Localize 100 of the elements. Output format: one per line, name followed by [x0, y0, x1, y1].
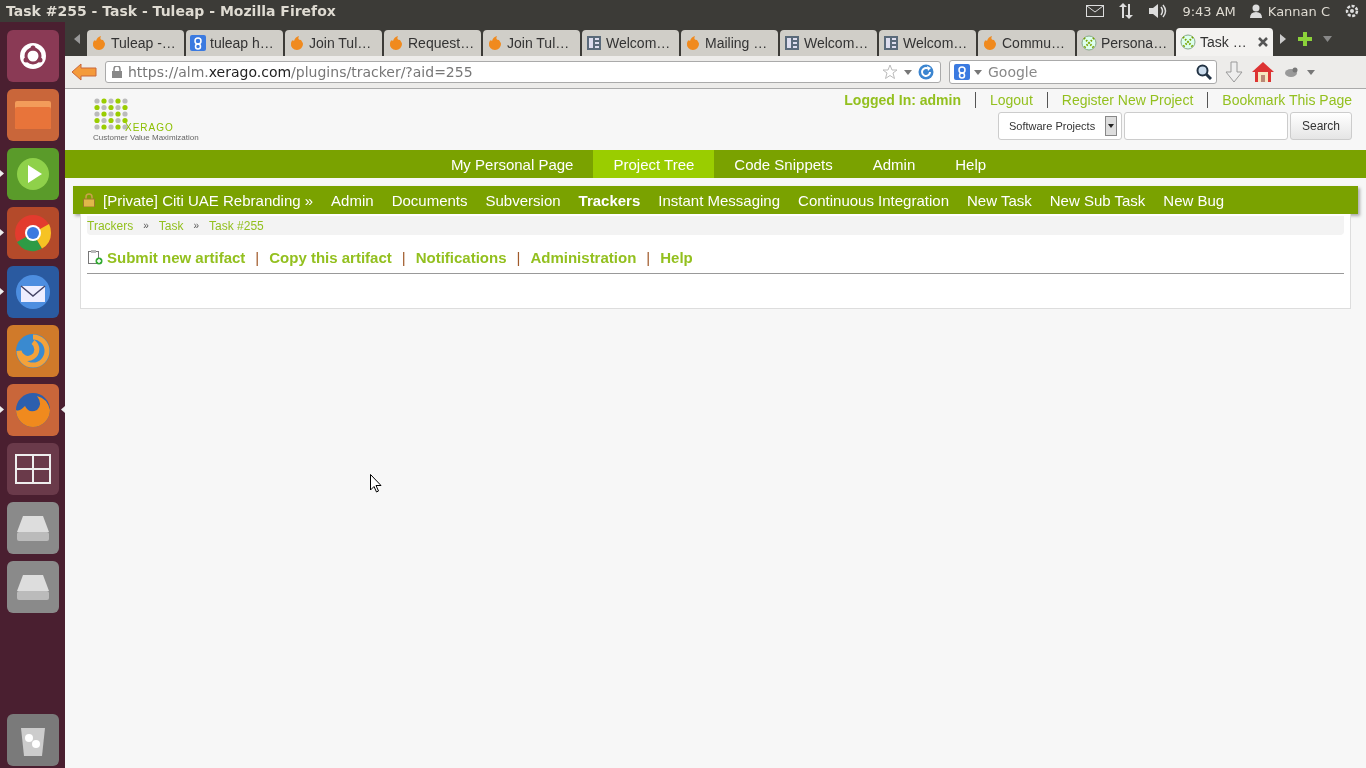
flame-icon [685, 35, 701, 51]
browser-tab[interactable]: Task … [1176, 28, 1273, 56]
project-nav-item[interactable]: Documents [391, 191, 468, 209]
bug-icon[interactable] [1283, 65, 1299, 79]
browser-tab[interactable]: Persona… [1077, 30, 1174, 56]
browser-tab[interactable]: Welcom… [879, 30, 976, 56]
network-icon[interactable] [1118, 3, 1135, 19]
dotted-globe-icon [1081, 35, 1097, 51]
main-nav-item[interactable]: Help [935, 150, 1007, 178]
window-title: Task #255 - Task - Tuleap - Mozilla Firefox [6, 3, 336, 19]
action-separator: | [516, 248, 521, 266]
folder-icon[interactable] [6, 89, 59, 141]
search-icon[interactable] [1196, 64, 1212, 80]
browser-tab[interactable]: Welcom… [780, 30, 877, 56]
clipboard-add-icon [87, 249, 103, 265]
breadcrumb-separator: » [143, 220, 149, 231]
star-icon[interactable] [882, 64, 898, 80]
flame-icon [388, 35, 404, 51]
document-icon [883, 35, 899, 51]
header-link[interactable]: Logout [974, 92, 1047, 108]
reload-icon[interactable] [918, 64, 934, 80]
logo-wordmark: XERAGO [125, 123, 175, 133]
address-bar[interactable]: https://alm.xerago.com/plugins/tracker/?aid=255 [105, 61, 941, 83]
flame-icon [289, 35, 305, 51]
project-nav-item[interactable]: New Task [967, 191, 1032, 209]
close-icon[interactable] [1257, 36, 1269, 48]
workspaces-icon[interactable] [6, 443, 59, 495]
action-separator: | [255, 248, 260, 266]
user-icon [1249, 4, 1262, 18]
main-nav-item[interactable]: My Personal Page [430, 150, 594, 178]
project-nav-item[interactable]: Continuous Integration [798, 191, 949, 209]
document-icon [586, 35, 602, 51]
main-nav-item[interactable]: Code Snippets [714, 150, 853, 178]
breadcrumb-link[interactable]: Task #255 [209, 218, 264, 233]
action-link[interactable]: Administration [530, 248, 637, 266]
project-nav-item[interactable]: New Bug [1163, 191, 1225, 209]
project-name-link[interactable]: [Private] Citi UAE Rebranding » [103, 191, 314, 209]
browser-tab[interactable]: Welcom… [582, 30, 679, 56]
scroll-left-icon[interactable] [73, 34, 81, 44]
action-link[interactable]: Submit new artifact [107, 248, 246, 266]
lock-icon [112, 66, 122, 78]
menu-caret-icon[interactable] [1307, 69, 1315, 75]
action-link[interactable]: Copy this artifact [269, 248, 392, 266]
project-nav-item[interactable]: Instant Messaging [658, 191, 781, 209]
flame-icon [91, 35, 107, 51]
project-nav-item[interactable]: Subversion [485, 191, 561, 209]
firefox-icon[interactable] [6, 384, 59, 436]
browser-icon[interactable] [6, 207, 59, 259]
breadcrumb-separator: » [193, 220, 200, 231]
action-link[interactable]: Help [660, 248, 693, 266]
browser-tab[interactable]: Tuleap -… [87, 30, 184, 56]
scroll-right-icon[interactable] [1279, 34, 1287, 44]
mail-icon[interactable] [1086, 5, 1105, 17]
power-icon[interactable] [1344, 3, 1360, 19]
home-icon[interactable] [1251, 61, 1275, 83]
logo-tagline: Customer Value Maximization [93, 133, 200, 143]
tab-list-caret-icon[interactable] [1323, 36, 1332, 42]
back-arrow-icon[interactable] [71, 63, 97, 81]
caret-icon[interactable] [904, 69, 912, 75]
browser-tab[interactable]: Commu… [978, 30, 1075, 56]
action-separator: | [646, 248, 651, 266]
main-nav-item[interactable]: Project Tree [593, 150, 715, 178]
flame-icon [487, 35, 503, 51]
new-tab-icon[interactable] [1297, 31, 1313, 47]
project-nav-item[interactable]: Admin [331, 191, 374, 209]
swirl-icon[interactable] [6, 325, 59, 377]
ubuntu-logo-icon[interactable] [6, 30, 59, 82]
header-link[interactable]: Register New Project [1046, 92, 1208, 108]
action-separator: | [401, 248, 406, 266]
dotted-globe-icon [1180, 34, 1196, 50]
volume-icon[interactable] [1148, 3, 1169, 19]
login-status: Logged In: admin [843, 92, 962, 108]
flame-icon [982, 35, 998, 51]
header-link[interactable]: Bookmark This Page [1207, 92, 1352, 108]
project-nav-item[interactable]: New Sub Task [1049, 191, 1146, 209]
browser-tab[interactable]: Request… [384, 30, 481, 56]
action-link[interactable]: Notifications [415, 248, 507, 266]
mail-bird-icon[interactable] [6, 266, 59, 318]
url-text: https://alm.xerago.com/plugins/tracker/?aid=255 [128, 64, 474, 80]
browser-tab[interactable]: Mailing … [681, 30, 778, 56]
breadcrumb-link[interactable]: Task [158, 218, 184, 233]
browser-tab[interactable]: Join Tul… [285, 30, 382, 56]
search-scope-dropdown[interactable]: Software Projects [997, 112, 1122, 140]
browser-tab[interactable]: Join Tul… [483, 30, 580, 56]
caret-icon[interactable] [974, 69, 982, 75]
search-bar[interactable]: Google [949, 60, 1217, 84]
project-nav-item[interactable]: Trackers [578, 191, 641, 209]
browser-tab[interactable]: tuleap h… [186, 30, 283, 56]
breadcrumb-link[interactable]: Trackers [87, 218, 134, 233]
trash-icon[interactable] [6, 714, 59, 766]
search-button[interactable]: Search [1289, 112, 1352, 140]
search-field[interactable]: Google [986, 63, 1192, 81]
main-nav-item[interactable]: Admin [852, 150, 936, 178]
mouse-pointer-icon [370, 474, 382, 493]
site-search-field[interactable] [1123, 112, 1288, 140]
padlock-icon [83, 193, 95, 207]
user-name[interactable]: Kannan C [1267, 3, 1330, 19]
clock-text[interactable]: 9:43 AM [1182, 3, 1236, 19]
document-icon [784, 35, 800, 51]
play-icon[interactable] [6, 148, 59, 200]
